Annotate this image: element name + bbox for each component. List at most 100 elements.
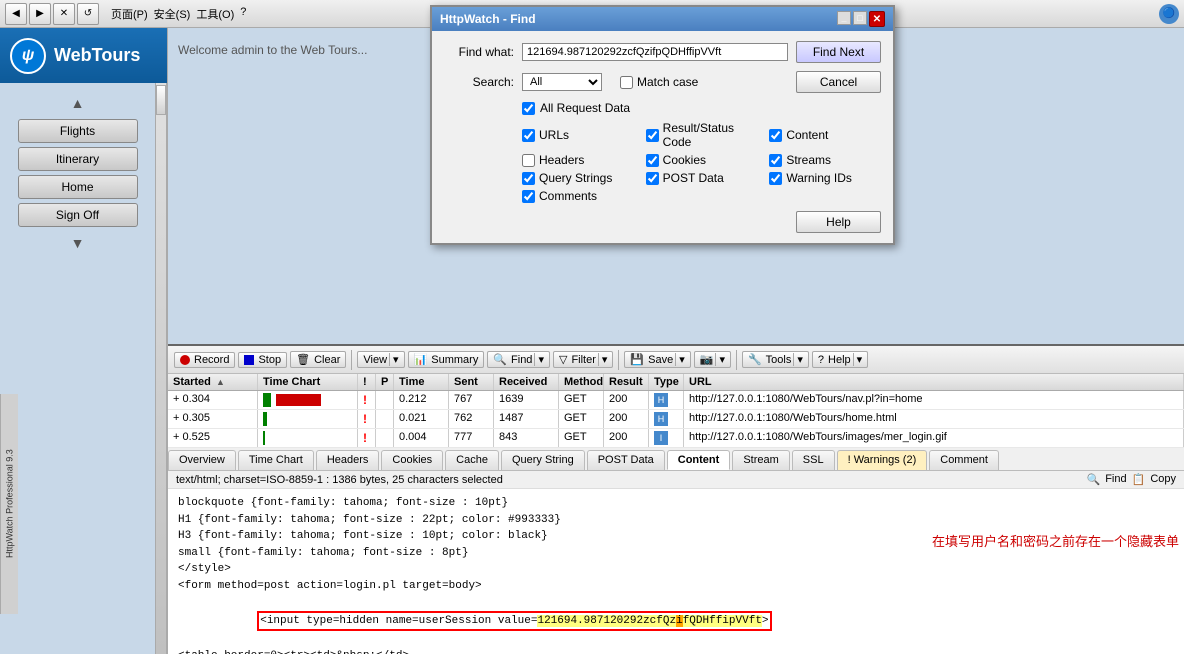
- forward-button[interactable]: ▶: [29, 3, 51, 25]
- col-method[interactable]: Method: [559, 374, 604, 390]
- record-button[interactable]: Record: [174, 352, 235, 368]
- row2-url: http://127.0.0.1:1080/WebTours/home.html: [684, 410, 1184, 428]
- table-row[interactable]: + 0.305 ! 0.021 762 1487 GET 200 H http:…: [168, 410, 1184, 429]
- view-dropdown-icon[interactable]: ▾: [389, 353, 399, 366]
- find-label[interactable]: Find: [1105, 473, 1126, 486]
- nav-arrow-down[interactable]: ▼: [0, 231, 155, 255]
- search-in-grid: URLs Result/Status Code Content Headers …: [522, 121, 881, 203]
- col-timechart[interactable]: Time Chart: [258, 374, 358, 390]
- help-button[interactable]: ? Help ▾: [812, 351, 868, 368]
- find-icon-small: 🔍: [1087, 473, 1101, 486]
- filter-button[interactable]: ▽ Filter ▾: [553, 351, 613, 368]
- hp-logo: ψ: [10, 38, 46, 74]
- status-text: text/html; charset=ISO-8859-1 : 1386 byt…: [176, 474, 503, 486]
- dialog-title: HttpWatch - Find: [440, 12, 536, 26]
- comments-checkbox[interactable]: [522, 190, 535, 203]
- search-in-content: Content: [769, 121, 881, 149]
- camera-dropdown-icon[interactable]: ▾: [715, 353, 725, 366]
- col-result[interactable]: Result: [604, 374, 649, 390]
- menu-help[interactable]: ?: [240, 6, 246, 22]
- tab-timechart[interactable]: Time Chart: [238, 450, 314, 470]
- tab-cookies[interactable]: Cookies: [381, 450, 443, 470]
- refresh-button[interactable]: ↺: [77, 3, 99, 25]
- table-row[interactable]: + 0.525 ! 0.004 777 843 GET 200 I http:/…: [168, 429, 1184, 448]
- nav-arrow-up[interactable]: ▲: [0, 91, 155, 115]
- dialog-maximize-button[interactable]: □: [853, 11, 867, 25]
- dialog-body: Find what: Find Next Search: All Current…: [432, 31, 893, 243]
- search-select[interactable]: All Current: [522, 73, 602, 91]
- table-row[interactable]: + 0.304 ! 0.212 767 1639 GET 200 H http:…: [168, 391, 1184, 410]
- col-received[interactable]: Received: [494, 374, 559, 390]
- find-dropdown-icon[interactable]: ▾: [534, 353, 544, 366]
- code-line: </style>: [178, 561, 1174, 578]
- tab-stream[interactable]: Stream: [732, 450, 789, 470]
- dialog-close-button[interactable]: ✕: [869, 11, 885, 27]
- help-dropdown-icon[interactable]: ▾: [853, 353, 863, 366]
- cookies-checkbox[interactable]: [646, 154, 659, 167]
- tab-cache[interactable]: Cache: [445, 450, 499, 470]
- tab-overview[interactable]: Overview: [168, 450, 236, 470]
- find-next-button[interactable]: Find Next: [796, 41, 881, 63]
- tab-comment[interactable]: Comment: [929, 450, 999, 470]
- stop-button[interactable]: ✕: [53, 3, 75, 25]
- result-checkbox[interactable]: [646, 129, 659, 142]
- view-button[interactable]: View ▾: [357, 351, 404, 368]
- tools-dropdown-icon[interactable]: ▾: [793, 353, 803, 366]
- filter-dropdown-icon[interactable]: ▾: [598, 353, 608, 366]
- menu-security[interactable]: 安全(S): [154, 6, 191, 22]
- back-button[interactable]: ◀: [5, 3, 27, 25]
- tab-postdata[interactable]: POST Data: [587, 450, 665, 470]
- cancel-button[interactable]: Cancel: [796, 71, 881, 93]
- tab-warnings[interactable]: ! Warnings (2): [837, 450, 928, 470]
- menu-tools[interactable]: 工具(O): [196, 6, 234, 22]
- code-line: <form method=post action=login.pl target…: [178, 578, 1174, 595]
- help-button[interactable]: Help: [796, 211, 881, 233]
- tools-button[interactable]: 🔧 Tools ▾: [742, 351, 809, 368]
- find-what-input[interactable]: [522, 43, 788, 61]
- find-button[interactable]: 🔍 Find ▾: [487, 351, 550, 368]
- stop-button[interactable]: Stop: [238, 352, 287, 368]
- col-time[interactable]: Time: [394, 374, 449, 390]
- row1-excl: !: [358, 391, 376, 409]
- col-url[interactable]: URL: [684, 374, 1184, 390]
- hw-tabs: Overview Time Chart Headers Cookies Cach…: [168, 448, 1184, 471]
- save-button[interactable]: 💾 Save ▾: [624, 351, 690, 368]
- match-case-checkbox[interactable]: [620, 76, 633, 89]
- row3-pp: [376, 429, 394, 447]
- row1-received: 1639: [494, 391, 559, 409]
- search-in-urls: URLs: [522, 121, 634, 149]
- home-button[interactable]: Home: [18, 175, 138, 199]
- clear-button[interactable]: 🗑 Clear: [290, 351, 346, 368]
- summary-button[interactable]: 📊 Summary: [408, 351, 485, 368]
- camera-button[interactable]: 📷 ▾: [694, 351, 731, 368]
- chinese-annotation: 在填写用户名和密码之前存在一个隐藏表单: [932, 531, 1179, 550]
- tab-content[interactable]: Content: [667, 450, 731, 470]
- filter-icon: ▽: [559, 353, 567, 366]
- warningids-checkbox[interactable]: [769, 172, 782, 185]
- querystrings-checkbox[interactable]: [522, 172, 535, 185]
- postdata-checkbox[interactable]: [646, 172, 659, 185]
- headers-checkbox[interactable]: [522, 154, 535, 167]
- dialog-minimize-button[interactable]: _: [837, 11, 851, 25]
- find-what-row: Find what: Find Next: [444, 41, 881, 63]
- tab-querystring[interactable]: Query String: [501, 450, 585, 470]
- col-type[interactable]: Type: [649, 374, 684, 390]
- save-dropdown-icon[interactable]: ▾: [675, 353, 685, 366]
- urls-checkbox[interactable]: [522, 129, 535, 142]
- itinerary-button[interactable]: Itinerary: [18, 147, 138, 171]
- signoff-button[interactable]: Sign Off: [18, 203, 138, 227]
- flights-button[interactable]: Flights: [18, 119, 138, 143]
- streams-checkbox[interactable]: [769, 154, 782, 167]
- menu-page[interactable]: 页面(P): [111, 6, 148, 22]
- col-started[interactable]: Started ▲: [168, 374, 258, 390]
- sidebar-scrollbar[interactable]: [155, 83, 167, 654]
- content-checkbox[interactable]: [769, 129, 782, 142]
- search-in-cookies: Cookies: [646, 153, 758, 167]
- col-sent[interactable]: Sent: [449, 374, 494, 390]
- httpwatch-version-label: HttpWatch Professional 9.3: [0, 394, 18, 614]
- tab-headers[interactable]: Headers: [316, 450, 380, 470]
- tab-ssl[interactable]: SSL: [792, 450, 835, 470]
- search-in-headers: Headers: [522, 153, 634, 167]
- all-request-data-checkbox[interactable]: [522, 102, 535, 115]
- copy-label[interactable]: Copy: [1150, 473, 1176, 486]
